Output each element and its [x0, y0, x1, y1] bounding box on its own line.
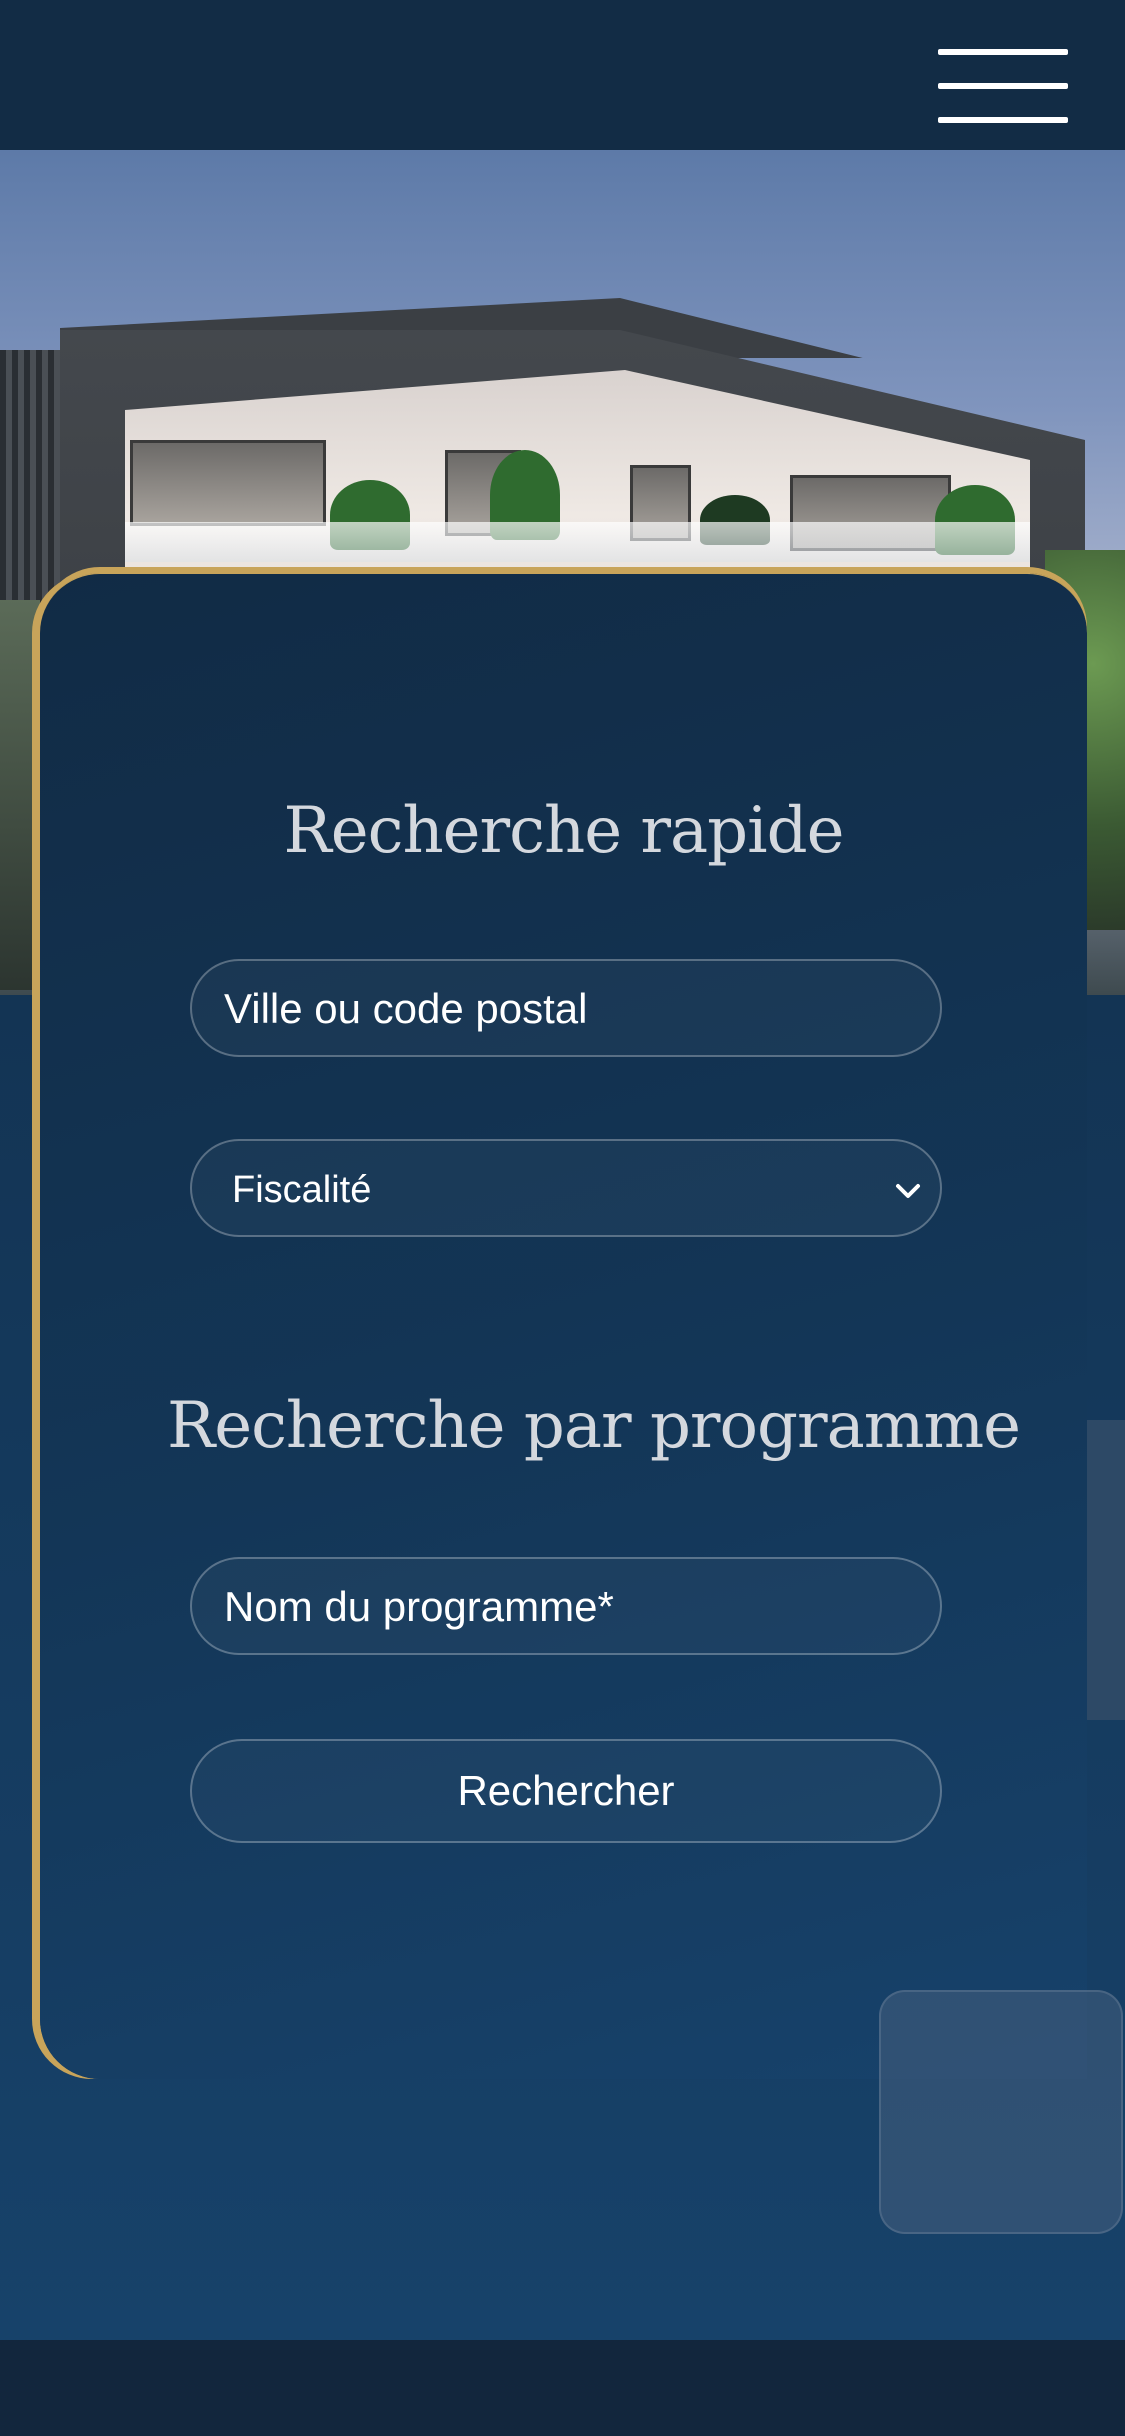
tax-select-value: Fiscalité [232, 1169, 372, 1211]
program-input[interactable] [222, 1559, 906, 1655]
chevron-down-icon [896, 1184, 920, 1198]
top-bar [0, 0, 1125, 150]
quick-search-title: Recherche rapide [283, 794, 845, 868]
tax-select[interactable]: Fiscalité [190, 1139, 942, 1237]
decorative-block [1085, 1420, 1125, 1720]
search-card: Recherche rapide Fiscalité Recherche par… [40, 573, 1087, 2079]
search-button[interactable]: Rechercher [190, 1739, 942, 1843]
program-field[interactable] [190, 1557, 942, 1655]
city-field[interactable] [190, 959, 942, 1057]
floating-widget[interactable] [879, 1990, 1123, 2234]
city-input[interactable] [222, 961, 906, 1057]
program-search-title: Recherche par programme [167, 1389, 1021, 1463]
footer-bar [0, 2340, 1125, 2436]
hamburger-menu-icon[interactable] [938, 49, 1068, 123]
